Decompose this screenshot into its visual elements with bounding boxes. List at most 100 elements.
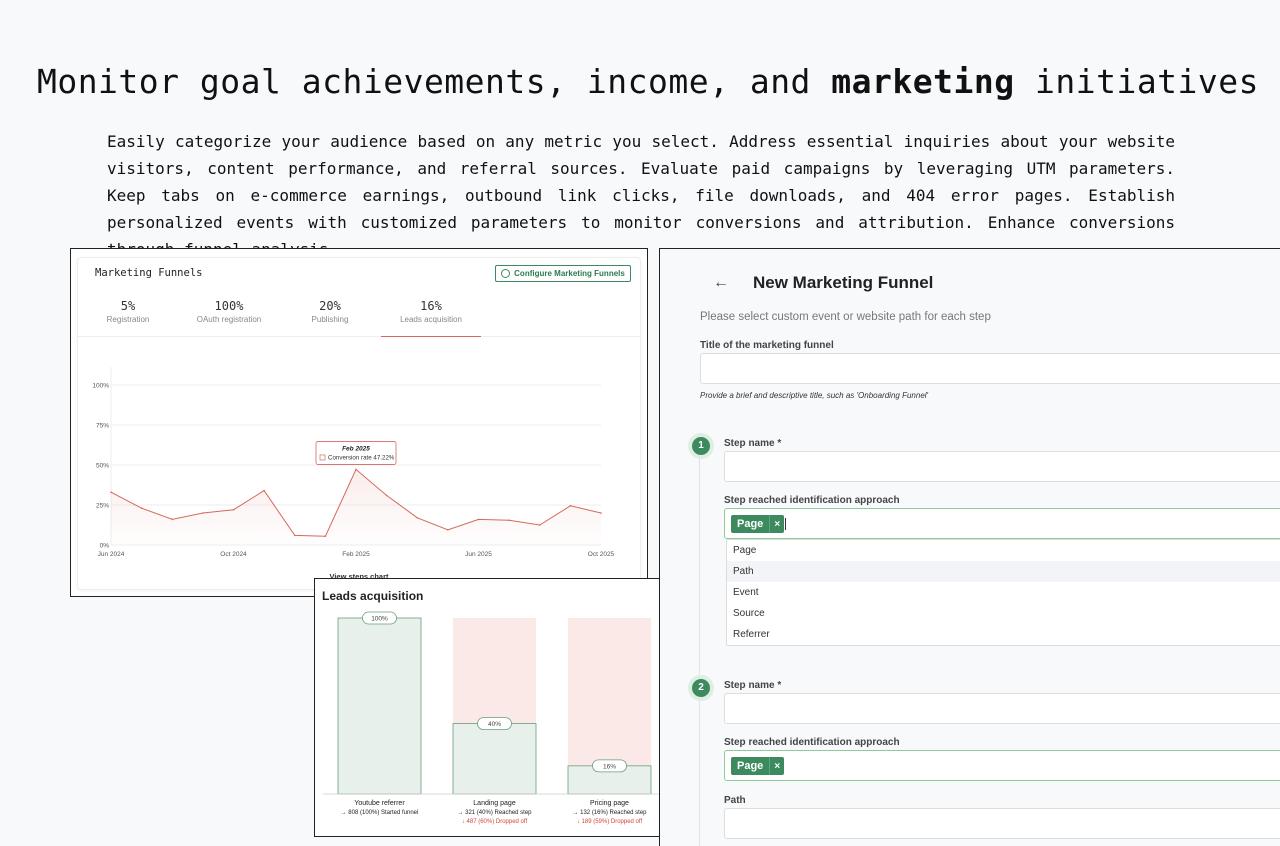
- data-point: [477, 518, 480, 521]
- dropped-bar: [568, 618, 651, 766]
- y-tick-label: 100%: [92, 383, 109, 390]
- x-tick-label: Jun 2024: [98, 551, 125, 558]
- leads-acquisition-chart: 100% Youtube referrer → 808 (100%) Started…: [323, 611, 667, 825]
- data-point: [569, 505, 572, 507]
- reached-bar: [452, 723, 537, 795]
- tab-label: OAuth registration: [196, 315, 262, 324]
- category-label: Landing page: [473, 800, 516, 807]
- marketing-funnels-title: Marketing Funnels: [95, 267, 203, 279]
- data-point: [324, 535, 327, 537]
- funnel-title-hint: Provide a brief and descriptive title, s…: [700, 391, 929, 400]
- y-tick-label: 0%: [100, 543, 110, 550]
- reached-detail: → 321 (40%) Reached step: [457, 810, 532, 816]
- chip-remove-icon[interactable]: ×: [769, 515, 784, 533]
- step-connector: [699, 454, 700, 846]
- dropdown-option-path[interactable]: Path: [727, 561, 1280, 582]
- dropdown-option-page[interactable]: Page: [727, 540, 1280, 561]
- data-point: [600, 512, 602, 514]
- x-tick-label: Feb 2025: [342, 551, 370, 558]
- tab-oauth-registration[interactable]: 100% OAuth registration: [179, 294, 279, 337]
- tab-pct: 5%: [120, 299, 136, 313]
- step-2-name-label: Step name *: [724, 680, 782, 691]
- step-2-chip: Page ×: [731, 757, 785, 775]
- series-area: [111, 469, 601, 545]
- approach-dropdown: Page Path Event Source Referrer: [726, 539, 1280, 646]
- configure-funnels-button[interactable]: Configure Marketing Funnels: [495, 265, 631, 282]
- configure-funnels-label: Configure Marketing Funnels: [514, 269, 625, 278]
- hero-title-suffix: initiatives: [1014, 62, 1260, 101]
- funnel-title-input[interactable]: [700, 353, 1280, 384]
- step-1-name-label: Step name *: [724, 438, 782, 449]
- category-label: Pricing page: [590, 800, 629, 807]
- data-point: [447, 529, 449, 531]
- x-tick-label: Jun 2025: [465, 551, 492, 558]
- marketing-funnels-screenshot: Marketing Funnels Configure Marketing Fu…: [70, 248, 648, 597]
- dropped-bar: [453, 618, 536, 724]
- hero-description: Easily categorize your audience based on…: [107, 132, 1175, 259]
- new-funnel-form-screenshot: ← New Marketing Funnel Please select cus…: [659, 248, 1280, 846]
- leads-acquisition-screenshot: 100% Youtube referrer → 808 (100%) Started…: [314, 578, 682, 837]
- tab-label: Leads acquisition: [400, 315, 462, 324]
- form-title: New Marketing Funnel: [753, 273, 934, 292]
- funnel-tabs: 5% Registration 100% OAuth registration …: [78, 294, 640, 337]
- tooltip-title: Feb 2025: [342, 445, 370, 452]
- step-2-name-input[interactable]: [724, 693, 1280, 724]
- chip-label: Page: [737, 518, 764, 530]
- step-1-approach-label: Step reached identification approach: [724, 495, 900, 506]
- tab-label: Registration: [106, 315, 150, 324]
- dropdown-option-event[interactable]: Event: [727, 582, 1280, 603]
- data-point: [263, 489, 265, 492]
- reached-detail: → 808 (100%) Started funnel: [341, 810, 419, 816]
- leads-title: Leads acquisition: [322, 589, 424, 603]
- category-label: Youtube referrer: [354, 800, 405, 807]
- step-2-number: 2: [692, 679, 710, 697]
- form-subtitle: Please select custom event or website pa…: [700, 311, 991, 323]
- tab-registration[interactable]: 5% Registration: [78, 294, 178, 337]
- step-2-approach-label: Step reached identification approach: [724, 737, 900, 748]
- step-2-path-input[interactable]: [724, 808, 1280, 839]
- gear-icon: [501, 269, 511, 278]
- step-1-number: 1: [692, 437, 710, 455]
- tab-publishing[interactable]: 20% Publishing: [280, 294, 380, 337]
- data-point: [140, 507, 143, 509]
- reached-detail: → 132 (16%) Reached step: [572, 810, 647, 816]
- data-point: [508, 519, 510, 521]
- reached-bar: [337, 617, 422, 795]
- step-2-approach-input[interactable]: [724, 750, 1280, 781]
- conversion-rate-chart: 0% 25% 50% 75% 100% Jun 2024 Oct 2024 Feb 2025 J…: [92, 367, 615, 558]
- step-1-approach-input[interactable]: [724, 508, 1280, 539]
- hero-title: Monitor goal achievements, income, and m…: [0, 62, 1280, 101]
- hero-title-prefix: Monitor goal achievements, income, and: [36, 62, 832, 101]
- dropped-detail: ↓ 487 (60%) Dropped off: [462, 819, 528, 825]
- funnel-title-label: Title of the marketing funnel: [700, 340, 834, 351]
- tooltip-value: Conversion rate 47.22%: [328, 454, 395, 461]
- dropped-detail: ↓ 189 (59%) Dropped off: [577, 819, 643, 825]
- tab-pct: 16%: [420, 299, 442, 313]
- dropdown-option-referrer[interactable]: Referrer: [727, 624, 1280, 645]
- data-point: [171, 518, 174, 521]
- tab-pct: 100%: [214, 299, 244, 313]
- data-point: [538, 524, 541, 526]
- data-point: [232, 509, 235, 511]
- x-tick-label: Oct 2024: [220, 551, 247, 558]
- tab-leads-acquisition[interactable]: 16% Leads acquisition: [381, 294, 481, 337]
- data-point: [293, 534, 296, 537]
- step-1-name-input[interactable]: [724, 451, 1280, 482]
- dropdown-option-source[interactable]: Source: [727, 603, 1280, 624]
- step-1-chip: Page ×: [731, 515, 785, 533]
- y-tick-label: 75%: [96, 423, 109, 430]
- y-tick-label: 50%: [96, 463, 109, 470]
- chip-label: Page: [737, 760, 764, 772]
- data-point: [202, 512, 204, 514]
- data-point: [385, 494, 388, 497]
- bar-label: 100%: [371, 616, 388, 623]
- x-tick-label: Oct 2025: [588, 551, 615, 558]
- back-arrow-icon[interactable]: ←: [713, 274, 729, 292]
- tab-label: Publishing: [311, 315, 349, 324]
- data-point: [416, 517, 419, 519]
- tab-pct: 20%: [319, 299, 341, 313]
- chip-remove-icon[interactable]: ×: [769, 757, 784, 775]
- bar-label: 40%: [488, 721, 501, 728]
- text-caret: [785, 518, 786, 530]
- step-2-path-label: Path: [724, 795, 746, 806]
